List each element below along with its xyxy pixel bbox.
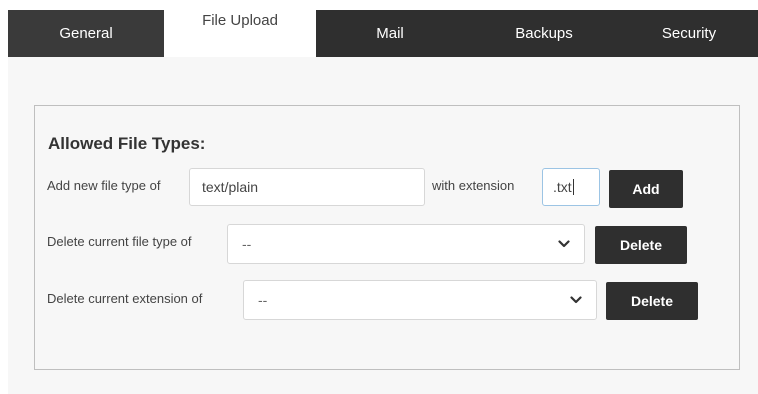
tab-backups-label: Backups (515, 25, 573, 42)
delete-extension-label: Delete current extension of (47, 291, 203, 306)
delete-extension-button-label: Delete (630, 293, 674, 309)
extension-input[interactable]: .txt (542, 168, 600, 206)
delete-file-type-button-label: Delete (619, 237, 663, 253)
with-extension-label: with extension (432, 178, 515, 193)
settings-page: General File Upload Mail Backups Securit… (8, 10, 758, 394)
chevron-down-icon (570, 296, 582, 304)
allowed-file-types-panel: Allowed File Types: Add new file type of… (34, 105, 740, 370)
chevron-down-icon (558, 240, 570, 248)
add-button[interactable]: Add (609, 170, 683, 208)
tab-general[interactable]: General (8, 10, 164, 57)
file-type-select-value: -- (242, 236, 252, 252)
add-file-type-label: Add new file type of (47, 178, 161, 193)
file-type-select[interactable]: -- (227, 224, 585, 264)
file-type-input[interactable]: text/plain (189, 168, 425, 206)
delete-file-type-button[interactable]: Delete (595, 226, 687, 264)
tab-security[interactable]: Security (620, 10, 758, 57)
tab-file-upload-label: File Upload (202, 12, 278, 29)
file-type-input-value: text/plain (202, 179, 259, 195)
tab-general-label: General (59, 25, 113, 42)
delete-file-type-label: Delete current file type of (47, 234, 192, 249)
panel-title: Allowed File Types: (48, 134, 206, 153)
tab-bar: General File Upload Mail Backups Securit… (8, 10, 758, 57)
text-caret (572, 179, 574, 195)
add-button-label: Add (632, 181, 660, 197)
tab-backups[interactable]: Backups (468, 10, 620, 57)
tab-security-label: Security (661, 25, 717, 42)
extension-input-value: .txt (553, 179, 572, 195)
extension-select-value: -- (258, 292, 268, 308)
delete-extension-button[interactable]: Delete (606, 282, 698, 320)
tab-mail-label: Mail (376, 25, 404, 42)
extension-select[interactable]: -- (243, 280, 597, 320)
tab-mail[interactable]: Mail (316, 10, 468, 57)
tab-file-upload[interactable]: File Upload (164, 10, 316, 57)
